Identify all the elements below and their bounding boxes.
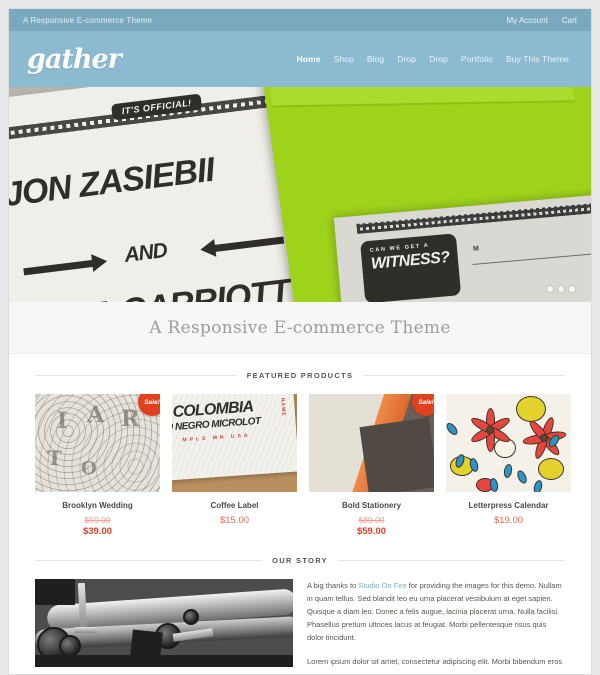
site-header: gather Home Shop Blog Drop Drop Portfoli… bbox=[9, 31, 591, 87]
nav-item-drop-2[interactable]: Drop bbox=[429, 54, 448, 64]
site-tagline: A Responsive E-commerce Theme bbox=[23, 15, 153, 25]
witness-field-label: M bbox=[472, 245, 480, 253]
product-price-old: $59.00 bbox=[84, 515, 111, 525]
product-name[interactable]: Bold Stationery bbox=[309, 501, 434, 510]
hero-slide-image: IT'S OFFICIAL! JON ZASIEBII AND ALECIA G… bbox=[9, 87, 591, 302]
product-thumbnail[interactable]: COLOMBIA 0 NEGRO MICROLOT MPLS MN USA NA… bbox=[172, 394, 297, 492]
product-price-old: $89.00 bbox=[358, 515, 385, 525]
product-name[interactable]: Letterpress Calendar bbox=[446, 501, 571, 510]
printing-press-image bbox=[35, 579, 293, 668]
hero-name-line-1: JON ZASIEBII bbox=[9, 150, 216, 215]
my-account-link[interactable]: My Account bbox=[507, 16, 548, 25]
nav-item-drop-1[interactable]: Drop bbox=[397, 54, 416, 64]
heading-rule-right bbox=[337, 560, 565, 562]
nav-item-home[interactable]: Home bbox=[297, 54, 321, 64]
slider-dot-2[interactable] bbox=[558, 286, 564, 292]
product-price: $59.00 $39.00 bbox=[35, 515, 160, 539]
cart-link[interactable]: Cart bbox=[562, 16, 577, 25]
our-story-text: A big thanks to Studio On Fire for provi… bbox=[307, 579, 565, 674]
site-logo[interactable]: gather bbox=[27, 46, 122, 73]
page-content: FEATURED PRODUCTS I A R T O Sale! Brookl… bbox=[9, 371, 591, 674]
nav-item-buy-theme[interactable]: Buy This Theme bbox=[506, 54, 569, 64]
product-card-brooklyn-wedding[interactable]: I A R T O Sale! Brooklyn Wedding $59.00 … bbox=[35, 394, 160, 539]
product-price-current: $39.00 bbox=[82, 526, 113, 538]
page-title-band: A Responsive E-commerce Theme bbox=[9, 302, 591, 354]
slider-dot-3[interactable] bbox=[569, 286, 575, 292]
product-thumbnail[interactable]: Sale! bbox=[309, 394, 434, 492]
slider-pagination[interactable] bbox=[547, 286, 575, 292]
calendar-artwork bbox=[446, 394, 571, 492]
product-thumbnail[interactable] bbox=[446, 394, 571, 492]
our-story-title: OUR STORY bbox=[272, 556, 328, 566]
coffee-label-line-3: MPLS MN USA bbox=[182, 432, 251, 444]
utility-bar: A Responsive E-commerce Theme My Account… bbox=[9, 9, 591, 31]
paragraph-1-before: A big thanks to bbox=[307, 581, 359, 591]
product-card-letterpress-calendar[interactable]: Letterpress Calendar $19.00 bbox=[446, 394, 571, 539]
product-card-coffee-label[interactable]: COLOMBIA 0 NEGRO MICROLOT MPLS MN USA NA… bbox=[172, 394, 297, 539]
heading-rule-left bbox=[35, 560, 263, 562]
hero-slider[interactable]: IT'S OFFICIAL! JON ZASIEBII AND ALECIA G… bbox=[9, 87, 591, 302]
product-price-current: $19.00 bbox=[493, 515, 524, 526]
witness-pill: CAN WE GET A WITNESS? bbox=[360, 233, 462, 302]
slider-dot-1[interactable] bbox=[547, 286, 553, 292]
browser-page: A Responsive E-commerce Theme My Account… bbox=[8, 8, 592, 675]
our-story-heading: OUR STORY bbox=[35, 556, 565, 565]
our-story-paragraph-1: A big thanks to Studio On Fire for provi… bbox=[307, 580, 565, 644]
paragraph-1-after: for providing the images for this demo. … bbox=[307, 581, 562, 642]
product-card-bold-stationery[interactable]: Sale! Bold Stationery $89.00 $59.00 bbox=[309, 394, 434, 539]
nav-item-shop[interactable]: Shop bbox=[334, 54, 354, 64]
nav-item-blog[interactable]: Blog bbox=[367, 54, 384, 64]
heading-rule-right bbox=[363, 375, 566, 376]
product-price: $89.00 $59.00 bbox=[309, 515, 434, 539]
hero-name-line-2: ALECIA GARRIOTT bbox=[9, 272, 292, 302]
hero-and-text: AND bbox=[123, 238, 169, 267]
product-price-current: $59.00 bbox=[356, 526, 387, 538]
product-grid: I A R T O Sale! Brooklyn Wedding $59.00 … bbox=[35, 394, 571, 539]
our-story-section: A big thanks to Studio On Fire for provi… bbox=[35, 579, 565, 674]
product-name[interactable]: Coffee Label bbox=[172, 501, 297, 510]
main-navigation: Home Shop Blog Drop Drop Portfolio Buy T… bbox=[297, 54, 573, 64]
studio-on-fire-link[interactable]: Studio On Fire bbox=[358, 581, 406, 590]
product-price: $15.00 bbox=[172, 515, 297, 528]
coffee-label-tab: NAME bbox=[279, 397, 287, 417]
page-title: A Responsive E-commerce Theme bbox=[149, 317, 451, 338]
product-name[interactable]: Brooklyn Wedding bbox=[35, 501, 160, 510]
product-thumbnail[interactable]: I A R T O Sale! bbox=[35, 394, 160, 492]
product-price-current: $15.00 bbox=[219, 515, 250, 526]
product-price: $19.00 bbox=[446, 515, 571, 528]
featured-products-heading: FEATURED PRODUCTS bbox=[35, 371, 566, 380]
heading-rule-left bbox=[35, 375, 237, 376]
nav-item-portfolio[interactable]: Portfolio bbox=[461, 54, 493, 64]
coffee-label-artwork: COLOMBIA 0 NEGRO MICROLOT MPLS MN USA NA… bbox=[172, 394, 297, 492]
our-story-paragraph-2: Lorem ipsum dolor sit amet, consectetur … bbox=[307, 656, 563, 666]
coffee-label-line-2: 0 NEGRO MICROLOT bbox=[172, 415, 261, 434]
coffee-label-line-1: COLOMBIA bbox=[172, 398, 254, 422]
utility-links: My Account Cart bbox=[507, 16, 577, 25]
featured-products-title: FEATURED PRODUCTS bbox=[246, 371, 354, 380]
